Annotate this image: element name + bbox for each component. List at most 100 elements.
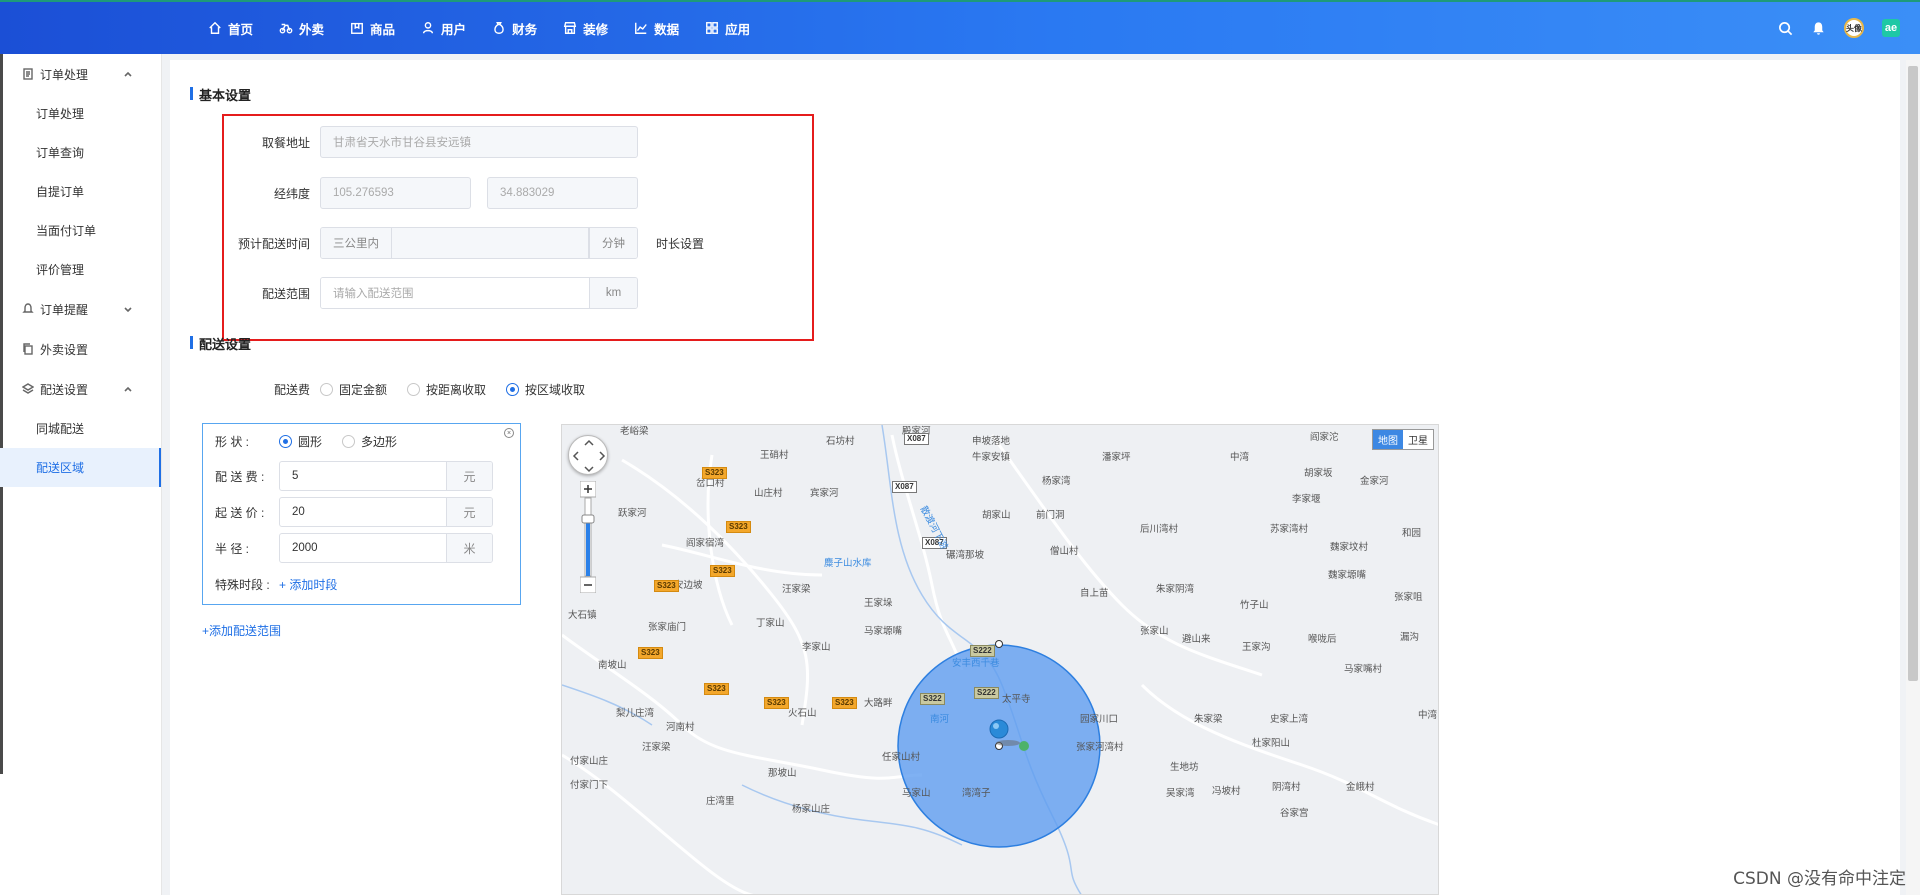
map-view[interactable]: 地图 卫星 老峪梁 王硝村 石坊村 殿家河 申坡落地 潘家坪 阎家沱 岔口村 山庄村 宾家河 牛家安… <box>561 424 1439 895</box>
map-place-label: 阎家宿湾 <box>686 538 725 549</box>
zone-fee-input[interactable]: 5 元 <box>279 461 493 491</box>
top-nav: 首页 外卖 商品 用户 财务 装修 数据 应用 <box>208 19 776 38</box>
road-badge: S322 <box>920 693 945 705</box>
road-badge: S222 <box>974 687 999 699</box>
fee-radio-zone[interactable]: 按区域收取 <box>506 381 585 398</box>
user-icon <box>422 22 434 34</box>
sidebar-item-order-process[interactable]: 订单处理 <box>0 94 161 133</box>
map-place-label: 付家山庄 <box>570 756 609 767</box>
map-place-label: 张家咀 <box>1394 592 1423 603</box>
zone-radius-label: 半 径 : <box>215 541 250 556</box>
map-place-label: 河南村 <box>666 722 695 733</box>
add-time-slot-link[interactable]: + 添加时段 <box>279 576 337 593</box>
eta-prefix: 三公里内 <box>321 228 391 258</box>
map-place-label: 大石镇 <box>568 610 597 621</box>
map-place-label: 胡家山 <box>982 510 1011 521</box>
map-place-label: 喉咙后 <box>1308 634 1337 645</box>
eta-input[interactable] <box>391 228 589 258</box>
sidebar-item-face-pay-orders[interactable]: 当面付订单 <box>0 211 161 250</box>
nav-finance[interactable]: 财务 <box>492 19 537 38</box>
nav-goods[interactable]: 商品 <box>350 19 395 38</box>
nav-apps[interactable]: 应用 <box>705 19 750 38</box>
nav-data[interactable]: 数据 <box>634 19 679 38</box>
eta-settings-link[interactable]: 时长设置 <box>656 235 704 252</box>
radio-dot-selected <box>279 435 292 448</box>
nav-takeout[interactable]: 外卖 <box>279 19 324 38</box>
map-place-label: 火石山 <box>788 708 817 719</box>
nav-user[interactable]: 用户 <box>421 19 466 38</box>
range-row: 配送范围 请输入配送范围 km <box>220 277 638 309</box>
sidebar-item-city-delivery[interactable]: 同城配送 <box>0 409 161 448</box>
sidebar-group-order-reminder[interactable]: 订单提醒 <box>0 289 161 329</box>
map-pan-control[interactable] <box>568 435 608 475</box>
fee-radio-distance[interactable]: 按距离收取 <box>407 381 486 398</box>
section-title-delivery: 配送设置 <box>190 334 251 353</box>
road-badge: S323 <box>654 580 679 592</box>
sidebar-group-order-process[interactable]: 订单处理 <box>0 54 161 94</box>
user-avatar[interactable]: 头像 <box>1844 18 1864 38</box>
map-zoom-control[interactable] <box>579 480 597 594</box>
map-place-label: 漏沟 <box>1400 632 1420 643</box>
zone-radius-input[interactable]: 2000 米 <box>279 533 493 563</box>
map-type-satellite[interactable]: 卫星 <box>1403 430 1433 449</box>
box-icon <box>351 22 363 34</box>
sidebar-group-delivery-settings[interactable]: 配送设置 <box>0 369 161 409</box>
chevron-up-icon <box>124 71 132 77</box>
fee-radio-fixed[interactable]: 固定金额 <box>320 381 387 398</box>
shape-radio-polygon[interactable]: 多边形 <box>342 433 397 450</box>
top-navigation-bar: 首页 外卖 商品 用户 财务 装修 数据 应用 头像 ae <box>0 0 1920 54</box>
scrollbar-thumb[interactable] <box>1908 66 1918 681</box>
map-place-label: 后川湾村 <box>1140 524 1179 535</box>
map-place-label: 南坡山 <box>598 660 627 671</box>
map-place-label: 中湾 <box>1418 710 1438 721</box>
layers-icon <box>22 383 34 394</box>
road-badge: S323 <box>764 697 789 709</box>
document-icon <box>23 68 33 80</box>
add-zone-link[interactable]: +添加配送范围 <box>202 622 281 639</box>
longitude-input[interactable]: 105.276593 <box>320 177 471 209</box>
map-type-map[interactable]: 地图 <box>1373 430 1403 449</box>
map-place-label: 魏家塬嘴 <box>1328 570 1367 581</box>
sidebar-item-order-query[interactable]: 订单查询 <box>0 133 161 172</box>
brand-logo[interactable]: ae <box>1882 19 1900 37</box>
zone-shape-row: 形 状 : 圆形 多边形 <box>215 433 417 450</box>
pickup-address-input[interactable]: 甘肃省天水市甘谷县安远镇 <box>320 126 638 158</box>
map-place-label: 杜家阳山 <box>1252 738 1291 749</box>
zone-fee-row: 配 送 费 : 5 元 <box>215 461 493 491</box>
range-input-group: 请输入配送范围 km <box>320 277 638 309</box>
map-place-label: 避山来 <box>1182 634 1211 645</box>
zoom-slider-icon <box>579 480 597 594</box>
notification-button[interactable] <box>1811 21 1826 36</box>
map-place-label: 宾家河 <box>810 488 839 499</box>
zone-radius-row: 半 径 : 2000 米 <box>215 533 493 563</box>
coordinates-label: 经纬度 <box>273 186 310 201</box>
bell-icon <box>1813 21 1824 35</box>
pickup-address-label: 取餐地址 <box>261 135 310 150</box>
zone-min-input[interactable]: 20 元 <box>279 497 493 527</box>
map-place-label: 付家门下 <box>570 780 609 791</box>
map-place-label: 苏家湾村 <box>1270 524 1309 535</box>
sidebar-group-takeout-settings[interactable]: 外卖设置 <box>0 329 161 369</box>
latitude-input[interactable]: 34.883029 <box>487 177 638 209</box>
map-place-label: 魏家坟村 <box>1330 542 1369 553</box>
map-place-label: 申坡落地 <box>972 436 1011 447</box>
range-input[interactable]: 请输入配送范围 <box>321 278 589 308</box>
sidebar-item-pickup-orders[interactable]: 自提订单 <box>0 172 161 211</box>
nav-home[interactable]: 首页 <box>208 19 253 38</box>
eta-label: 预计配送时间 <box>237 236 310 251</box>
shape-radio-circle[interactable]: 圆形 <box>279 433 322 450</box>
map-place-label: 丁家山 <box>756 618 785 629</box>
map-place-label: 梨儿庄湾 <box>616 708 655 719</box>
road-badge: S222 <box>970 645 995 657</box>
search-button[interactable] <box>1778 21 1793 36</box>
nav-decorate[interactable]: 装修 <box>563 19 608 38</box>
chart-icon <box>635 22 647 34</box>
map-place-label: 生地坊 <box>1170 762 1199 773</box>
sidebar-item-delivery-zone[interactable]: 配送区域 <box>0 448 161 487</box>
eta-input-group: 三公里内 分钟 <box>320 227 638 259</box>
map-place-label: 史家上湾 <box>1270 714 1309 725</box>
map-place-label: 自上苗 <box>1080 588 1109 599</box>
close-icon[interactable]: × <box>504 428 514 438</box>
map-place-label: 金峨村 <box>1346 782 1375 793</box>
sidebar-item-reviews[interactable]: 评价管理 <box>0 250 161 289</box>
